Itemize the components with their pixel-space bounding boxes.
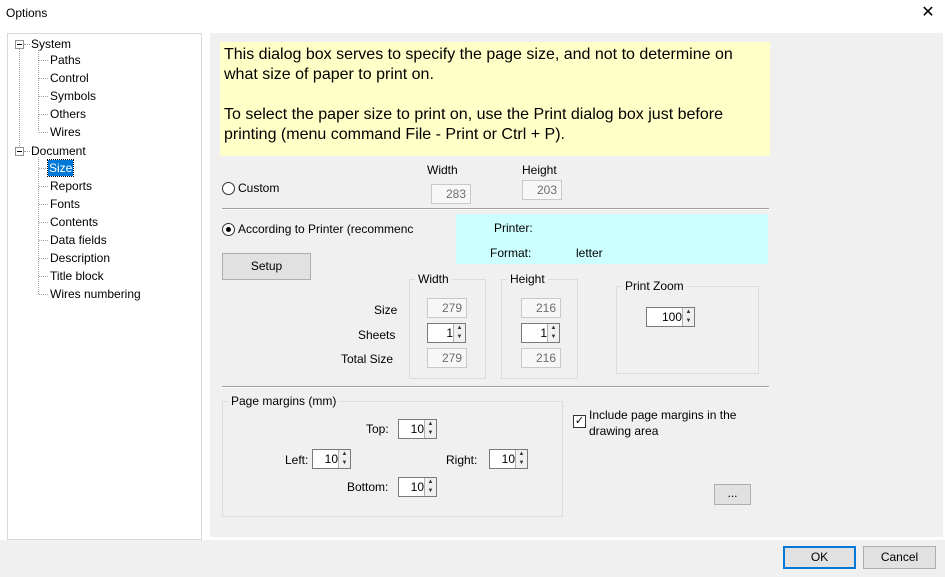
margin-right-value: 10: [501, 452, 515, 466]
tree-item-size[interactable]: Size: [46, 159, 75, 177]
sheets-row-label: Sheets: [358, 328, 396, 342]
margin-top-label: Top:: [366, 422, 389, 436]
ok-button[interactable]: OK: [783, 546, 856, 569]
tree-item-data-fields[interactable]: Data fields: [50, 232, 107, 248]
margin-bottom-label: Bottom:: [347, 480, 389, 494]
custom-radio[interactable]: [222, 182, 235, 195]
title-bar: Options ✕: [0, 0, 945, 27]
window-title: Options: [6, 6, 48, 20]
printer-info-box: Printer: Format: letter: [456, 214, 768, 264]
separator: [222, 208, 769, 210]
width-sheets-stepper[interactable]: 1 ▲ ▼: [427, 323, 466, 343]
print-zoom-title: Print Zoom: [622, 279, 687, 293]
margin-left-value: 10: [324, 452, 338, 466]
width-sheets-value: 1: [446, 326, 453, 340]
collapse-document-icon[interactable]: [15, 147, 24, 156]
width-total-field[interactable]: 279: [427, 348, 467, 368]
height-sheets-stepper[interactable]: 1 ▲ ▼: [521, 323, 560, 343]
spin-down-icon[interactable]: ▼: [683, 317, 694, 326]
tree-item-control[interactable]: Control: [50, 70, 89, 86]
spin-down-icon[interactable]: ▼: [516, 459, 527, 468]
width-group-title: Width: [415, 272, 452, 286]
tree-item-fonts[interactable]: Fonts: [50, 196, 80, 212]
setup-button[interactable]: Setup: [222, 253, 311, 280]
total-size-row-label: Total Size: [341, 352, 394, 366]
tree-item-contents[interactable]: Contents: [50, 214, 98, 230]
height-size-field[interactable]: 216: [521, 298, 561, 318]
note-paragraph-1: This dialog box serves to specify the pa…: [224, 46, 733, 83]
custom-height-label: Height: [522, 163, 557, 177]
close-icon[interactable]: ✕: [916, 2, 940, 24]
margin-top-stepper[interactable]: 10 ▲ ▼: [398, 419, 437, 439]
tree-item-paths[interactable]: Paths: [50, 52, 81, 68]
custom-label[interactable]: Custom: [238, 181, 279, 195]
height-sheets-value: 1: [540, 326, 547, 340]
width-size-field[interactable]: 279: [427, 298, 467, 318]
options-tree[interactable]: System Paths Control Symbols Others Wire…: [7, 33, 202, 540]
tree-item-title-block[interactable]: Title block: [50, 268, 104, 284]
print-zoom-group: [616, 286, 759, 374]
custom-width-field[interactable]: 283: [431, 184, 471, 204]
format-value: letter: [576, 246, 603, 260]
tree-item-reports[interactable]: Reports: [50, 178, 92, 194]
format-label: Format:: [490, 246, 532, 260]
margin-left-label: Left:: [285, 453, 309, 467]
tree-item-symbols[interactable]: Symbols: [50, 88, 96, 104]
custom-height-field[interactable]: 203: [522, 180, 562, 200]
printer-radio[interactable]: [222, 223, 235, 236]
custom-width-label: Width: [427, 163, 458, 177]
tree-item-description[interactable]: Description: [50, 250, 110, 266]
collapse-system-icon[interactable]: [15, 40, 24, 49]
margin-top-value: 10: [410, 422, 424, 436]
cancel-button[interactable]: Cancel: [863, 546, 936, 569]
print-zoom-value: 100: [661, 310, 682, 324]
tree-item-wires-numbering[interactable]: Wires numbering: [50, 286, 141, 302]
page-margins-title: Page margins (mm): [228, 394, 340, 408]
more-options-button[interactable]: ...: [714, 484, 751, 505]
margin-bottom-stepper[interactable]: 10 ▲ ▼: [398, 477, 437, 497]
tree-item-others[interactable]: Others: [50, 106, 86, 122]
height-group-title: Height: [507, 272, 548, 286]
note-paragraph-2: To select the paper size to print on, us…: [224, 106, 723, 143]
printer-name-label: Printer:: [494, 221, 533, 235]
printer-label[interactable]: According to Printer (recommenc: [238, 222, 428, 236]
separator: [222, 386, 769, 388]
tree-item-wires[interactable]: Wires: [50, 124, 81, 140]
margin-right-label: Right:: [446, 453, 478, 467]
spin-down-icon[interactable]: ▼: [425, 429, 436, 438]
print-zoom-stepper[interactable]: 100 ▲ ▼: [646, 307, 695, 327]
tree-item-system[interactable]: System: [31, 36, 71, 52]
margin-left-stepper[interactable]: 10 ▲ ▼: [312, 449, 351, 469]
height-total-field[interactable]: 216: [521, 348, 561, 368]
include-margins-label[interactable]: Include page margins in the drawing area: [589, 407, 764, 439]
spin-down-icon[interactable]: ▼: [454, 333, 465, 342]
info-note: This dialog box serves to specify the pa…: [220, 42, 770, 156]
margin-right-stepper[interactable]: 10 ▲ ▼: [489, 449, 528, 469]
include-margins-checkbox[interactable]: ✓: [573, 415, 586, 428]
tree-item-document[interactable]: Document: [31, 143, 86, 159]
size-row-label: Size: [374, 303, 398, 317]
spin-down-icon[interactable]: ▼: [339, 459, 350, 468]
spin-down-icon[interactable]: ▼: [425, 487, 436, 496]
checkmark-icon: ✓: [574, 415, 585, 427]
spin-down-icon[interactable]: ▼: [548, 333, 559, 342]
margin-bottom-value: 10: [410, 480, 424, 494]
